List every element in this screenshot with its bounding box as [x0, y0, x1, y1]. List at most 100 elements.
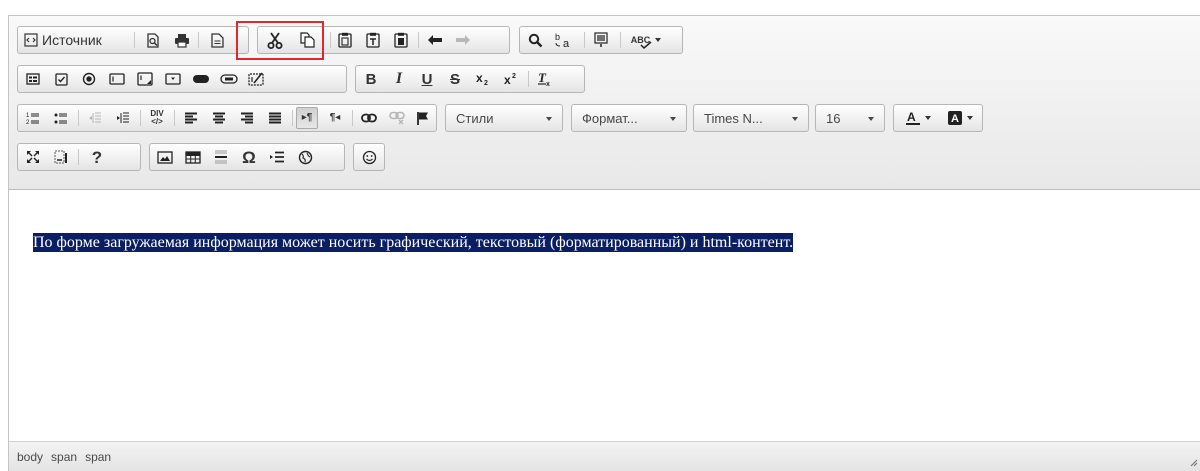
hidden-field-button[interactable]: [246, 69, 268, 89]
subscript-icon: x2: [476, 72, 488, 86]
indent-button[interactable]: [112, 108, 134, 128]
button-element-button[interactable]: [190, 69, 212, 89]
font-size-dropdown[interactable]: 16: [815, 104, 885, 132]
format-label: Формат...: [582, 110, 638, 126]
editor-content[interactable]: По форме загружаемая информация может но…: [9, 190, 1200, 441]
numbered-list-button[interactable]: 12: [22, 108, 44, 128]
iframe-button[interactable]: [294, 147, 316, 167]
bold-button[interactable]: B: [360, 69, 382, 89]
create-div-button[interactable]: DIV </>: [146, 108, 168, 128]
unlink-icon: [389, 111, 405, 125]
remove-format-button[interactable]: Tx: [534, 69, 556, 89]
superscript-icon: x2: [504, 73, 516, 86]
toolbar-group-colors: A A: [893, 104, 983, 132]
bulleted-list-button[interactable]: [50, 108, 72, 128]
cut-button[interactable]: [264, 30, 286, 50]
search-icon: [528, 33, 542, 47]
strike-button[interactable]: S: [444, 69, 466, 89]
flag-icon: [417, 111, 428, 125]
status-bar: body span span: [9, 441, 1200, 471]
image-button[interactable]: [154, 147, 176, 167]
align-center-icon: [213, 112, 225, 124]
toolbar-row-3: 12 DIV </> ▸¶ ¶◂ Стили Формат... Times N…: [9, 102, 1200, 132]
rtl-button[interactable]: ¶◂: [324, 108, 346, 128]
toolbar-row-4: ? Ω: [9, 141, 1200, 171]
resize-handle-icon[interactable]: [1188, 457, 1198, 467]
align-left-icon: [185, 112, 197, 124]
source-icon: [24, 33, 38, 47]
preview-button[interactable]: [142, 30, 164, 50]
form-button[interactable]: [22, 69, 44, 89]
toolbar-group-document: Источник: [17, 26, 249, 54]
templates-button[interactable]: [206, 30, 228, 50]
smiley-button[interactable]: [358, 147, 380, 167]
textarea-button[interactable]: [134, 69, 156, 89]
chevron-down-icon: [967, 116, 973, 120]
ltr-button[interactable]: ▸¶: [296, 107, 318, 129]
select-all-button[interactable]: [590, 30, 612, 50]
print-button[interactable]: [171, 30, 193, 50]
radio-button[interactable]: [78, 69, 100, 89]
anchor-button[interactable]: [412, 108, 434, 128]
superscript-button[interactable]: x2: [500, 69, 522, 89]
show-blocks-button[interactable]: [50, 147, 72, 167]
paste-button[interactable]: [334, 30, 356, 50]
toolbar: Источник b a ABC B I U S x 2 x 2 T x 1 2…: [9, 16, 1200, 190]
image-button-button[interactable]: [218, 69, 240, 89]
spellcheck-button[interactable]: ABC: [626, 30, 666, 50]
horizontal-rule-button[interactable]: [210, 147, 232, 167]
image-icon: [157, 150, 173, 164]
redo-button[interactable]: [452, 30, 474, 50]
preview-icon: [147, 32, 159, 48]
paste-word-button[interactable]: [390, 30, 412, 50]
styles-dropdown[interactable]: Стили: [445, 104, 563, 132]
undo-icon: [428, 35, 442, 45]
path-element-body[interactable]: body: [17, 450, 43, 464]
find-button[interactable]: [524, 30, 546, 50]
unlink-button[interactable]: [386, 108, 408, 128]
format-dropdown[interactable]: Формат...: [571, 104, 687, 132]
show-blocks-icon: [54, 150, 67, 164]
link-button[interactable]: [358, 108, 380, 128]
copy-button[interactable]: [296, 30, 318, 50]
maximize-button[interactable]: [22, 147, 44, 167]
underline-button[interactable]: U: [416, 69, 438, 89]
svg-text:2: 2: [26, 120, 30, 125]
page-break-button[interactable]: [266, 147, 288, 167]
bulleted-list-icon: [54, 113, 67, 124]
outdent-button[interactable]: [84, 108, 106, 128]
justify-button[interactable]: [264, 108, 286, 128]
replace-button[interactable]: ba: [552, 30, 574, 50]
path-element-span[interactable]: span: [51, 450, 77, 464]
special-char-button[interactable]: Ω: [238, 147, 260, 167]
select-field-button[interactable]: [162, 69, 184, 89]
undo-button[interactable]: [424, 30, 446, 50]
bg-color-button[interactable]: A: [942, 108, 978, 128]
text-color-button[interactable]: A: [900, 108, 936, 128]
help-button[interactable]: ?: [86, 147, 108, 167]
redo-icon: [456, 35, 470, 45]
align-center-button[interactable]: [208, 108, 230, 128]
toolbar-group-forms: [17, 65, 347, 93]
copy-icon: [299, 32, 315, 48]
checkbox-icon: [54, 72, 68, 86]
align-right-button[interactable]: [236, 108, 258, 128]
source-button[interactable]: Источник: [20, 30, 106, 50]
svg-text:2: 2: [484, 80, 488, 86]
checkbox-button[interactable]: [50, 69, 72, 89]
italic-button[interactable]: I: [388, 69, 410, 89]
textfield-button[interactable]: [106, 69, 128, 89]
subscript-button[interactable]: x2: [472, 69, 494, 89]
svg-text:A: A: [907, 110, 916, 124]
align-left-button[interactable]: [180, 108, 202, 128]
paste-text-button[interactable]: [362, 30, 384, 50]
path-element-span[interactable]: span: [85, 450, 111, 464]
font-dropdown[interactable]: Times N...: [693, 104, 809, 132]
selected-text[interactable]: По форме загружаемая информация может но…: [33, 233, 794, 252]
toolbar-group-tools: ?: [17, 143, 141, 171]
bg-color-icon: A: [948, 111, 962, 125]
paste-icon: [338, 32, 352, 48]
svg-text:x: x: [476, 72, 483, 85]
align-right-icon: [241, 112, 253, 124]
table-button[interactable]: [182, 147, 204, 167]
